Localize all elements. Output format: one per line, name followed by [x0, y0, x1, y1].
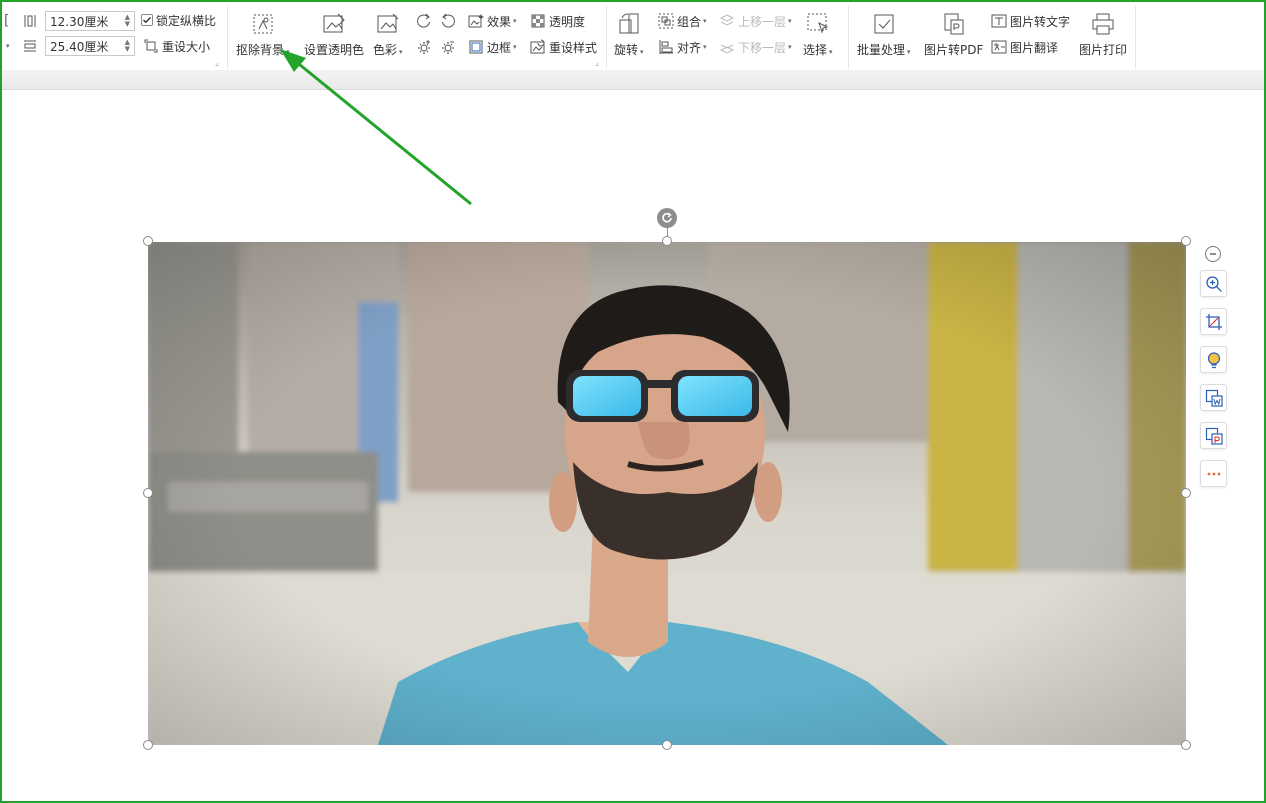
annotation-arrow	[280, 49, 472, 206]
